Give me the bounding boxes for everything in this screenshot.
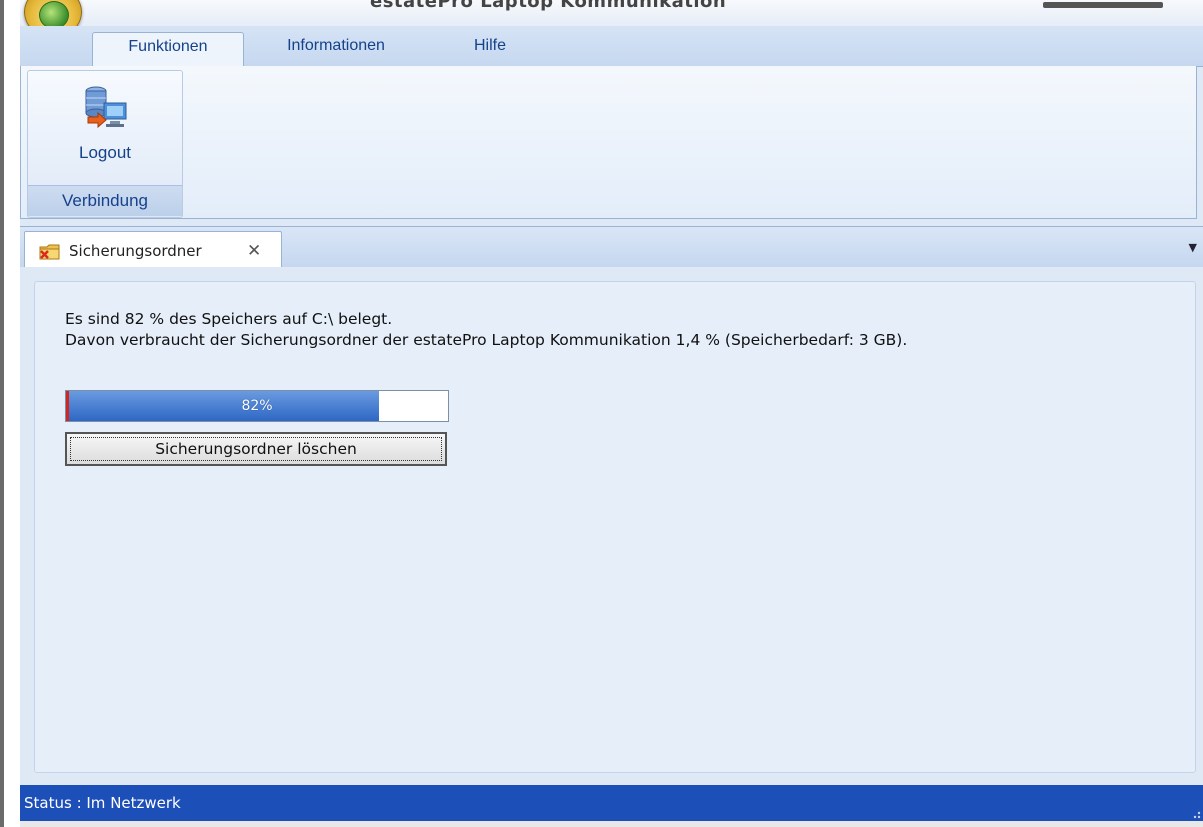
delete-button-label: Sicherungsordner löschen — [155, 440, 357, 458]
folder-delete-icon — [39, 244, 60, 260]
progress-label: 82% — [241, 398, 273, 414]
title-bar[interactable]: estatePro Laptop Kommunikation — [20, 0, 1203, 27]
document-tab-strip: Sicherungsordner ✕ ▼ — [20, 226, 1203, 269]
status-text: Status : Im Netzwerk — [24, 794, 181, 812]
ribbon-panel: Logout Verbindung — [20, 66, 1197, 219]
tab-informationen[interactable]: Informationen — [256, 32, 416, 66]
delete-backup-folder-button[interactable]: Sicherungsordner löschen — [65, 432, 447, 466]
title-bar-control — [1043, 2, 1163, 8]
storage-usage-text: Es sind 82 % des Speichers auf C:\ beleg… — [65, 310, 393, 328]
status-bar: Status : Im Netzwerk — [20, 785, 1203, 821]
backup-usage-text: Davon verbraucht der Sicherungsordner de… — [65, 331, 908, 349]
content-area: Es sind 82 % des Speichers auf C:\ beleg… — [20, 267, 1203, 785]
storage-progress-bar: 82% — [65, 390, 449, 422]
app-window: estatePro Laptop Kommunikation Funktione… — [20, 0, 1203, 827]
logout-label: Logout — [79, 143, 131, 162]
window-title: estatePro Laptop Kommunikation — [370, 0, 727, 12]
chevron-down-icon[interactable]: ▼ — [1189, 241, 1197, 254]
tab-sicherungsordner-label: Sicherungsordner — [69, 242, 202, 260]
bottom-edge — [20, 821, 1203, 827]
resize-grip-icon[interactable] — [1189, 807, 1201, 819]
left-window-edge — [0, 0, 4, 827]
tab-label: Funktionen — [128, 38, 208, 55]
tab-sicherungsordner[interactable]: Sicherungsordner ✕ — [24, 231, 282, 269]
tab-label: Hilfe — [473, 37, 506, 54]
close-icon[interactable]: ✕ — [247, 241, 261, 261]
ribbon-group-verbindung: Logout Verbindung — [27, 70, 183, 218]
group-label-verbindung: Verbindung — [28, 185, 182, 216]
logout-computer-icon — [85, 86, 127, 129]
ribbon-tab-bar: Funktionen Informationen Hilfe — [20, 26, 1203, 67]
tab-label: Informationen — [287, 37, 385, 54]
tab-funktionen[interactable]: Funktionen — [92, 32, 244, 67]
tab-hilfe[interactable]: Hilfe — [450, 32, 530, 66]
logout-button[interactable]: Logout — [48, 77, 162, 173]
orb-icon — [39, 1, 69, 29]
content-panel: Es sind 82 % des Speichers auf C:\ beleg… — [34, 281, 1196, 773]
